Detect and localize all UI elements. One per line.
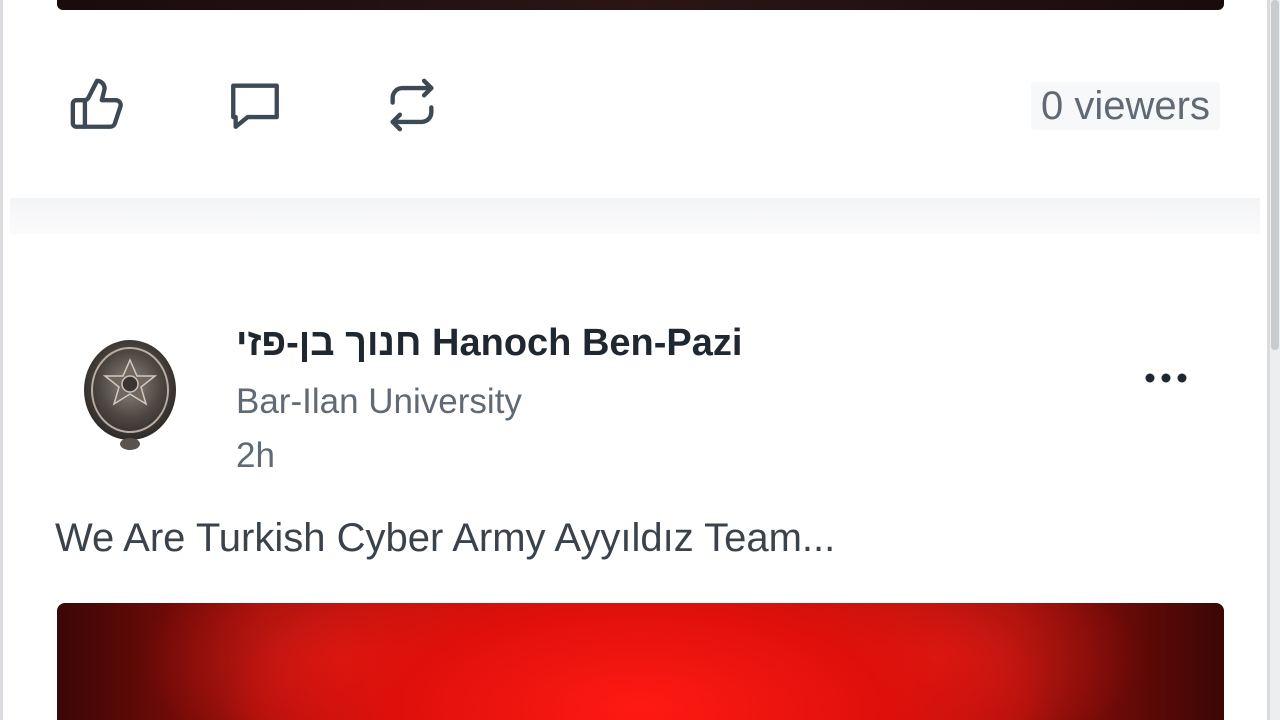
post-header: חנוך בן-פזי Hanoch Ben-Pazi Bar-Ilan Uni… (0, 300, 1250, 490)
comment-icon[interactable] (222, 76, 288, 134)
thumbs-up-icon[interactable] (64, 76, 130, 134)
viewers-count[interactable]: 0 viewers (1031, 82, 1220, 130)
post-timestamp: 2h (236, 436, 275, 475)
previous-post-image[interactable] (57, 0, 1224, 10)
emblem-avatar-icon[interactable] (80, 336, 180, 454)
post-text: We Are Turkish Cyber Army Ayyıldız Team.… (55, 516, 836, 560)
post-action-bar: 0 viewers (0, 60, 1250, 150)
author-affiliation: Bar-Ilan University (236, 382, 522, 421)
scrollbar-thumb[interactable] (1271, 0, 1279, 350)
post-separator (10, 198, 1260, 234)
repost-icon[interactable] (379, 76, 445, 134)
feed-viewport: 0 viewers חנוך בן-פזי Hanoch Ben-Pazi Ba… (0, 0, 1280, 720)
more-horizontal-icon[interactable] (1138, 362, 1194, 394)
scrollbar[interactable] (1270, 0, 1280, 720)
author-name[interactable]: חנוך בן-פזי Hanoch Ben-Pazi (236, 322, 742, 365)
post-image[interactable] (57, 603, 1224, 720)
